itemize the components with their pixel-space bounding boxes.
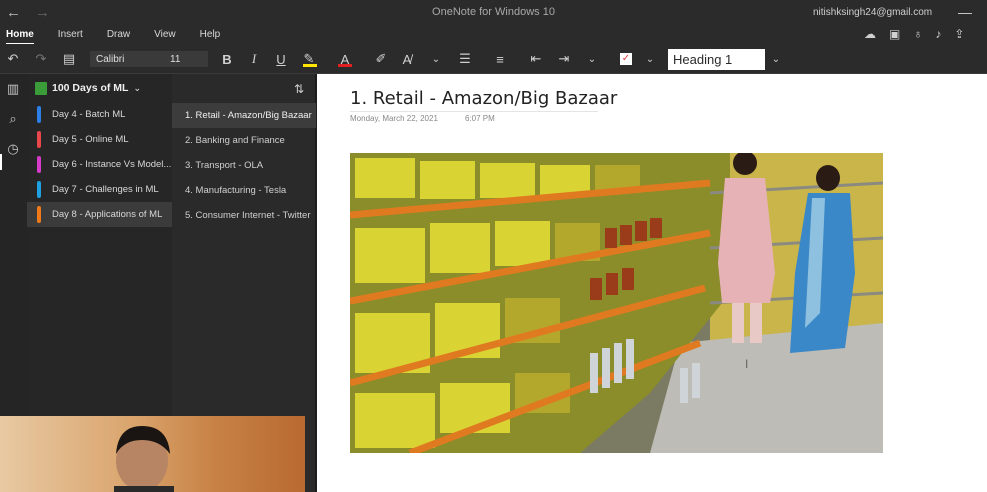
section-color-tab <box>37 131 41 148</box>
section-label: Day 5 - Online ML <box>52 134 129 145</box>
minimize-icon[interactable]: — <box>958 4 972 20</box>
title-bar: ← → OneNote for Windows 10 nitishksingh2… <box>0 0 987 24</box>
clear-formatting-icon[interactable]: A̸ <box>398 50 416 68</box>
tab-draw[interactable]: Draw <box>107 26 130 43</box>
webcam-overlay <box>0 416 305 492</box>
presenter-video <box>114 426 174 492</box>
section-color-tab <box>37 206 41 223</box>
numbered-list-icon[interactable]: ≡ <box>491 50 509 68</box>
nav-buttons: ← → <box>0 4 60 21</box>
user-account[interactable]: nitishksingh24@gmail.com <box>813 7 932 18</box>
page-item-active[interactable]: 1. Retail - Amazon/Big Bazaar <box>172 103 316 128</box>
formatting-toolbar: ↶ ↷ ▤ Calibri 11 B I U ✎ A ✐ A̸ ⌄ ☰ ≡ ⇤ … <box>0 44 987 74</box>
notebooks-icon[interactable]: ▥ <box>4 80 22 98</box>
chevron-down-icon[interactable]: ⌄ <box>583 50 601 68</box>
page-title[interactable]: 1. Retail - Amazon/Big Bazaar <box>350 88 617 109</box>
text-cursor-icon: I <box>745 357 749 371</box>
page-canvas[interactable]: 1. Retail - Amazon/Big Bazaar Monday, Ma… <box>317 74 987 492</box>
tab-home[interactable]: Home <box>6 26 34 45</box>
rail-active-indicator <box>0 154 2 170</box>
bullet-list-icon[interactable]: ☰ <box>456 50 474 68</box>
back-arrow-icon[interactable]: ← <box>6 4 21 21</box>
style-picker[interactable]: Heading 1 <box>668 49 765 70</box>
section-item-active[interactable]: Day 8 - Applications of ML <box>27 202 172 227</box>
pages-list: 1. Retail - Amazon/Big Bazaar 2. Banking… <box>172 103 316 228</box>
section-item[interactable]: Day 4 - Batch ML <box>27 102 172 127</box>
section-item[interactable]: Day 7 - Challenges in ML <box>27 177 172 202</box>
bold-icon[interactable]: B <box>218 50 236 68</box>
ribbon-tabs: Home Insert Draw View Help <box>0 24 987 45</box>
font-size[interactable]: 11 <box>166 54 180 65</box>
share-icon[interactable]: ⇪ <box>954 27 964 41</box>
sort-icon[interactable]: ⇅ <box>294 82 304 96</box>
chevron-down-icon[interactable]: ⌄ <box>767 50 785 68</box>
page-item[interactable]: 3. Transport - OLA <box>172 153 316 178</box>
section-label: Day 4 - Batch ML <box>52 109 126 120</box>
format-painter-icon[interactable]: ✐ <box>372 50 390 68</box>
lightbulb-icon[interactable]: ♁ <box>913 27 922 41</box>
notebook-selector[interactable]: 100 Days of ML ⌄ <box>27 74 172 102</box>
supermarket-photo[interactable] <box>350 153 883 453</box>
section-label: Day 7 - Challenges in ML <box>52 184 159 195</box>
section-item[interactable]: Day 6 - Instance Vs Model... <box>27 152 172 177</box>
todo-tag-icon[interactable]: ✓ <box>620 53 632 65</box>
font-picker[interactable]: Calibri 11 <box>90 51 208 67</box>
sync-icon[interactable]: ☁ <box>864 27 876 41</box>
section-color-tab <box>37 156 41 173</box>
clipboard-icon[interactable]: ▤ <box>60 50 78 68</box>
chevron-down-icon: ⌄ <box>133 82 141 93</box>
font-color-swatch <box>338 64 352 67</box>
chevron-down-icon[interactable]: ⌄ <box>641 50 659 68</box>
page-item[interactable]: 5. Consumer Internet - Twitter <box>172 203 316 228</box>
supermarket-image <box>350 153 883 453</box>
immersive-reader-icon[interactable]: ▣ <box>889 27 900 41</box>
highlight-color-swatch <box>303 64 317 67</box>
section-color-tab <box>37 181 41 198</box>
redo-icon[interactable]: ↷ <box>32 50 50 68</box>
section-color-tab <box>37 106 41 123</box>
section-label: Day 6 - Instance Vs Model... <box>52 159 172 170</box>
font-name[interactable]: Calibri <box>90 54 166 65</box>
ribbon-right-icons: ☁ ▣ ♁ ♪ ⇪ <box>864 24 964 44</box>
indent-icon[interactable]: ⇥ <box>555 50 573 68</box>
section-item[interactable]: Day 5 - Online ML <box>27 127 172 152</box>
tab-view[interactable]: View <box>154 26 176 43</box>
chevron-down-icon[interactable]: ⌄ <box>427 50 445 68</box>
page-item[interactable]: 2. Banking and Finance <box>172 128 316 153</box>
outdent-icon[interactable]: ⇤ <box>527 50 545 68</box>
tab-help[interactable]: Help <box>200 26 221 43</box>
italic-icon[interactable]: I <box>245 50 263 68</box>
search-icon[interactable]: ⌕ <box>4 110 22 128</box>
notebook-name: 100 Days of ML <box>52 82 129 94</box>
underline-icon[interactable]: U <box>272 50 290 68</box>
page-time: 6:07 PM <box>465 114 495 123</box>
title-underline <box>350 111 598 112</box>
notebook-icon <box>35 81 47 95</box>
recent-clock-icon[interactable]: ◷ <box>4 140 22 158</box>
page-date: Monday, March 22, 2021 <box>350 114 438 123</box>
tab-insert[interactable]: Insert <box>58 26 83 43</box>
forward-arrow-icon[interactable]: → <box>35 4 50 21</box>
page-item[interactable]: 4. Manufacturing - Tesla <box>172 178 316 203</box>
bell-icon[interactable]: ♪ <box>935 27 941 41</box>
section-label: Day 8 - Applications of ML <box>52 209 163 220</box>
undo-icon[interactable]: ↶ <box>4 50 22 68</box>
